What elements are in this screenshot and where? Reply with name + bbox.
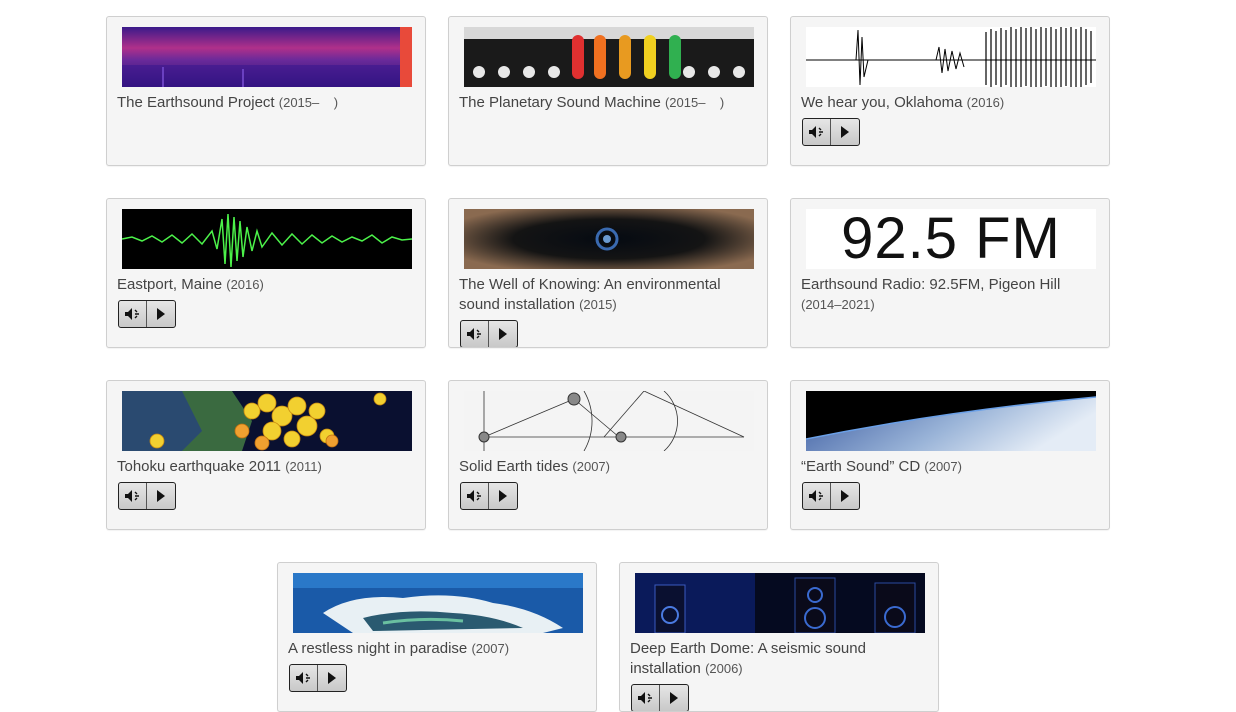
card-caption: We hear you, Oklahoma (2016) [801, 93, 1101, 113]
audio-player [289, 664, 347, 692]
play-button[interactable] [660, 685, 688, 711]
card-year: (2007) [924, 459, 962, 474]
earth-from-space-image[interactable] [806, 391, 1096, 451]
card-title[interactable]: We hear you, Oklahoma [801, 94, 962, 111]
card-we-hear-you-oklahoma[interactable]: We hear you, Oklahoma (2016) [790, 16, 1110, 166]
card-title[interactable]: The Planetary Sound Machine [459, 94, 661, 111]
play-button[interactable] [318, 665, 346, 691]
audio-player [460, 320, 518, 347]
purple-spectrogram-image[interactable] [122, 27, 412, 87]
card-tohoku-earthquake[interactable]: Tohoku earthquake 2011 (2011) [106, 380, 426, 530]
card-well-of-knowing[interactable]: The Well of Knowing: An environmental so… [448, 198, 768, 348]
speaker-mute-icon [466, 490, 481, 502]
audio-player [118, 300, 176, 328]
card-earthsound-project[interactable]: The Earthsound Project (2015– ) [106, 16, 426, 166]
card-year: (2006) [705, 661, 743, 676]
radio-logo-text: 92.5 FM [841, 209, 1061, 269]
play-icon [670, 692, 678, 704]
mute-button[interactable] [119, 483, 148, 509]
card-caption: “Earth Sound” CD (2007) [801, 457, 1101, 477]
card-planetary-sound-machine[interactable]: The Planetary Sound Machine (2015– ) [448, 16, 768, 166]
modular-synth-patch-cables-image[interactable] [464, 27, 754, 87]
card-year: (2014–2021) [801, 297, 875, 312]
card-title[interactable]: Earthsound Radio: 92.5FM, Pigeon Hill [801, 276, 1060, 293]
speaker-mute-icon [637, 692, 652, 704]
play-icon [841, 490, 849, 502]
card-earthsound-radio[interactable]: 92.5 FM Earthsound Radio: 92.5FM, Pigeon… [790, 198, 1110, 348]
mute-button[interactable] [461, 321, 490, 347]
satellite-island-image[interactable] [293, 573, 583, 633]
card-deep-earth-dome[interactable]: Deep Earth Dome: A seismic sound install… [619, 562, 939, 712]
mute-button[interactable] [461, 483, 490, 509]
play-button[interactable] [489, 321, 517, 347]
card-caption: The Planetary Sound Machine (2015– ) [459, 93, 759, 113]
seismogram-waveform-image[interactable] [806, 27, 1096, 87]
card-restless-night-paradise[interactable]: A restless night in paradise (2007) [277, 562, 597, 712]
mute-button[interactable] [290, 665, 319, 691]
radio-frequency-logo-image[interactable]: 92.5 FM [806, 209, 1096, 269]
speaker-mute-icon [808, 126, 823, 138]
play-icon [841, 126, 849, 138]
audio-player [802, 118, 860, 146]
mute-button[interactable] [803, 119, 832, 145]
earthquake-map-image[interactable] [122, 391, 412, 451]
card-caption: A restless night in paradise (2007) [288, 639, 588, 659]
card-caption: The Earthsound Project (2015– ) [117, 93, 417, 113]
play-button[interactable] [831, 483, 859, 509]
card-solid-earth-tides[interactable]: Solid Earth tides (2007) [448, 380, 768, 530]
card-title[interactable]: Deep Earth Dome: A seismic sound install… [630, 640, 866, 677]
audio-player [460, 482, 518, 510]
play-icon [499, 490, 507, 502]
play-icon [328, 672, 336, 684]
speaker-mute-icon [808, 490, 823, 502]
tide-geometry-diagram-image[interactable] [464, 391, 754, 451]
speaker-mute-icon [124, 490, 139, 502]
well-shaft-image[interactable] [464, 209, 754, 269]
mute-button[interactable] [803, 483, 832, 509]
play-button[interactable] [147, 483, 175, 509]
card-title[interactable]: The Earthsound Project [117, 94, 275, 111]
audio-player [802, 482, 860, 510]
card-title[interactable]: Eastport, Maine [117, 276, 222, 293]
audio-player [631, 684, 689, 711]
card-year: (2007) [471, 641, 510, 656]
card-caption: The Well of Knowing: An environmental so… [459, 275, 759, 315]
play-button[interactable] [831, 119, 859, 145]
play-button[interactable] [147, 301, 175, 327]
play-icon [157, 308, 165, 320]
card-caption: Solid Earth tides (2007) [459, 457, 759, 477]
speaker-mute-icon [295, 672, 310, 684]
mute-button[interactable] [632, 685, 661, 711]
card-title[interactable]: Tohoku earthquake 2011 [117, 458, 281, 475]
card-caption: Eastport, Maine (2016) [117, 275, 417, 295]
audio-player [118, 482, 176, 510]
speakers-dark-room-image[interactable] [635, 573, 925, 633]
play-icon [499, 328, 507, 340]
card-year: (2015) [579, 297, 617, 312]
card-year: (2011) [285, 459, 322, 474]
card-year: (2015– ) [278, 95, 339, 110]
speaker-mute-icon [466, 328, 481, 340]
card-year: (2015– ) [664, 95, 725, 110]
card-earth-sound-cd[interactable]: “Earth Sound” CD (2007) [790, 380, 1110, 530]
card-year: (2016) [966, 95, 1005, 110]
play-icon [157, 490, 165, 502]
card-eastport-maine[interactable]: Eastport, Maine (2016) [106, 198, 426, 348]
play-button[interactable] [489, 483, 517, 509]
green-waveform-image[interactable] [122, 209, 412, 269]
card-title[interactable]: “Earth Sound” CD [801, 458, 920, 475]
card-caption: Deep Earth Dome: A seismic sound install… [630, 639, 930, 679]
card-title[interactable]: Solid Earth tides [459, 458, 568, 475]
card-caption: Earthsound Radio: 92.5FM, Pigeon Hill (2… [801, 275, 1101, 315]
card-year: (2007) [572, 459, 610, 474]
mute-button[interactable] [119, 301, 148, 327]
card-year: (2016) [226, 277, 264, 292]
card-caption: Tohoku earthquake 2011 (2011) [117, 457, 417, 477]
card-title[interactable]: A restless night in paradise [288, 640, 467, 657]
speaker-mute-icon [124, 308, 139, 320]
